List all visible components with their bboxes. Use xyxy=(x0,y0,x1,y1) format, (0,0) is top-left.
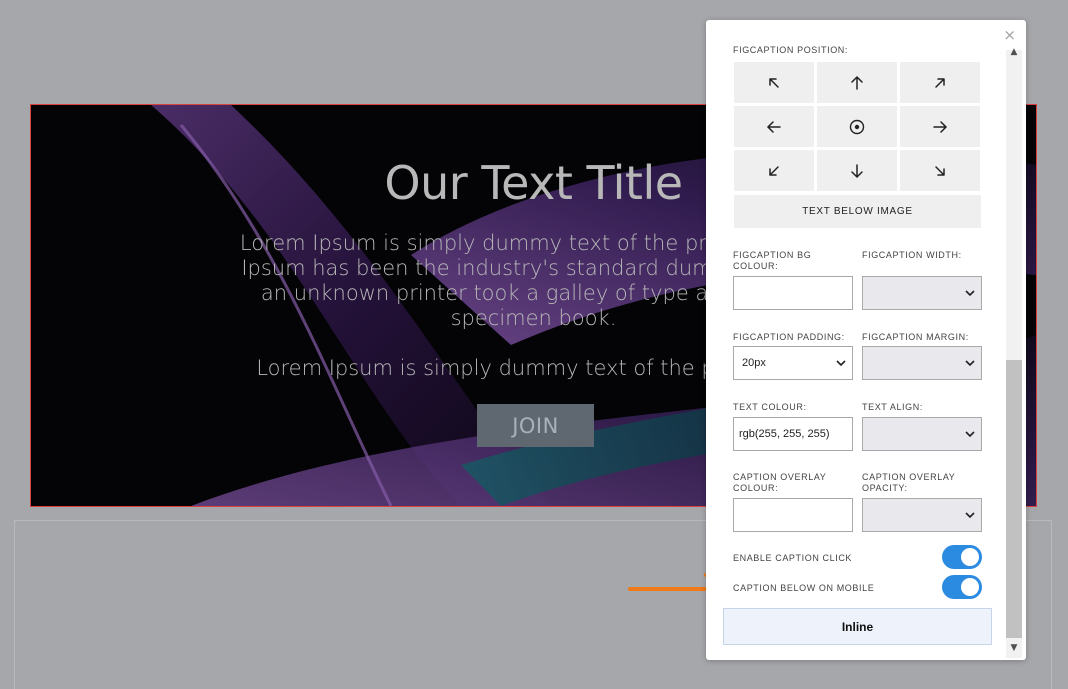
position-top-right-button[interactable] xyxy=(900,62,980,103)
chevron-down-icon xyxy=(836,360,846,367)
caption-overlay-colour-input[interactable] xyxy=(733,498,853,532)
inline-button[interactable]: Inline xyxy=(723,608,992,645)
position-grid xyxy=(734,62,982,191)
toggle-knob xyxy=(961,548,979,566)
figcaption-padding-label: FIGCAPTION PADDING: xyxy=(733,332,845,342)
figcaption-margin-select[interactable] xyxy=(862,346,982,380)
caption-below-mobile-label: CAPTION BELOW ON MOBILE xyxy=(733,583,875,593)
position-right-button[interactable] xyxy=(900,106,980,147)
position-center-button[interactable] xyxy=(817,106,897,147)
text-colour-input[interactable]: rgb(255, 255, 255) xyxy=(733,417,853,451)
figcaption-bg-colour-label: FIGCAPTION BG COLOUR: xyxy=(733,250,812,271)
join-button[interactable]: JOIN xyxy=(477,404,594,447)
position-top-button[interactable] xyxy=(817,62,897,103)
enable-caption-click-toggle[interactable] xyxy=(942,545,982,569)
toggle-knob xyxy=(961,578,979,596)
figcaption-width-label: FIGCAPTION WIDTH: xyxy=(862,250,962,260)
caption-overlay-opacity-select[interactable] xyxy=(862,498,982,532)
chevron-down-icon xyxy=(965,431,975,438)
chevron-down-icon xyxy=(965,512,975,519)
chevron-down-icon xyxy=(965,290,975,297)
position-left-button[interactable] xyxy=(734,106,814,147)
arrow-left-icon xyxy=(766,120,781,133)
scrollbar-thumb[interactable] xyxy=(1006,360,1022,638)
arrow-down-icon xyxy=(851,163,863,178)
arrow-down-left-icon xyxy=(769,165,779,176)
figcaption-width-select[interactable] xyxy=(862,276,982,310)
scroll-up-icon[interactable]: ▲ xyxy=(1006,44,1022,60)
caption-settings-panel: × ▲ ▼ FIGCAPTION POSITION: TEXT BELOW IM… xyxy=(706,20,1026,660)
caption-overlay-opacity-label: CAPTION OVERLAY OPACITY: xyxy=(862,472,956,493)
figcaption-padding-value: 20px xyxy=(742,357,766,369)
arrow-up-left-icon xyxy=(769,77,779,88)
text-align-select[interactable] xyxy=(862,417,982,451)
text-colour-label: TEXT COLOUR: xyxy=(733,402,807,412)
position-bottom-button[interactable] xyxy=(817,150,897,191)
arrow-down-right-icon xyxy=(935,165,945,176)
caption-below-mobile-toggle[interactable] xyxy=(942,575,982,599)
position-bottom-right-button[interactable] xyxy=(900,150,980,191)
close-icon[interactable]: × xyxy=(1003,26,1016,44)
figcaption-padding-select[interactable]: 20px xyxy=(733,346,853,380)
caption-overlay-colour-label: CAPTION OVERLAY COLOUR: xyxy=(733,472,827,493)
arrow-right-icon xyxy=(933,120,948,133)
text-align-label: TEXT ALIGN: xyxy=(862,402,923,412)
arrow-up-right-icon xyxy=(935,77,945,88)
figcaption-margin-label: FIGCAPTION MARGIN: xyxy=(862,332,969,342)
figcaption-position-label: FIGCAPTION POSITION: xyxy=(733,45,849,55)
center-dot-icon xyxy=(849,119,865,134)
enable-caption-click-label: ENABLE CAPTION CLICK xyxy=(733,553,853,563)
text-below-image-button[interactable]: TEXT BELOW IMAGE xyxy=(734,195,981,228)
arrow-up-icon xyxy=(851,75,863,90)
chevron-down-icon xyxy=(965,360,975,367)
scroll-down-icon[interactable]: ▼ xyxy=(1006,640,1022,656)
position-bottom-left-button[interactable] xyxy=(734,150,814,191)
position-top-left-button[interactable] xyxy=(734,62,814,103)
figcaption-bg-colour-input[interactable] xyxy=(733,276,853,310)
